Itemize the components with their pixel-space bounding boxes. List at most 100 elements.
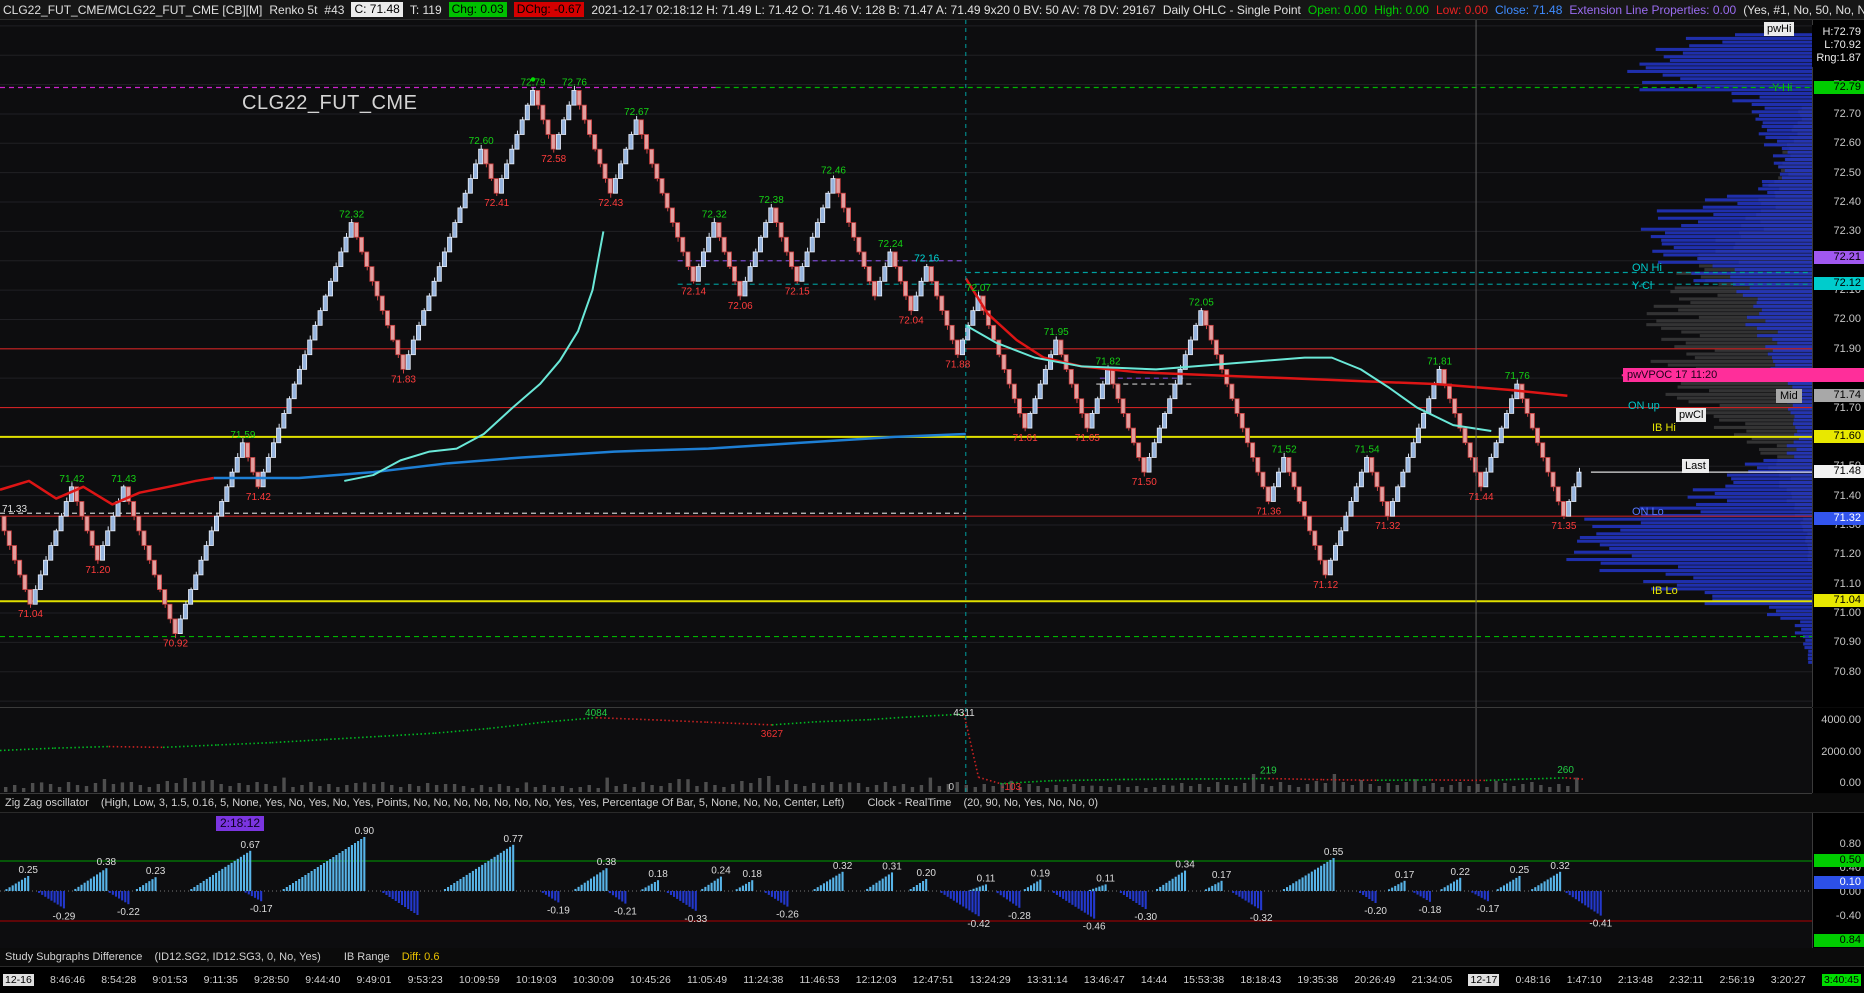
time-tick: 11:24:38 [743,974,784,986]
time-tick: 10:30:09 [572,974,614,986]
session-high-value: H:72.79 [1822,26,1861,38]
delta-tick: 2000.00 [1821,745,1861,758]
svg-text:72.46: 72.46 [821,166,846,177]
time-tick: 21:34:05 [1411,974,1453,986]
svg-text:0.24: 0.24 [711,866,731,877]
time-tick: 9:28:50 [254,974,290,986]
bar-number-label: #43 [324,2,345,17]
ib-range-label: IB Range [343,951,390,963]
study-description-row: Zig Zag oscillator (High, Low, 3, 1.5, 0… [0,794,1864,813]
ohlcv-readout: 2021-12-17 02:18:12 H: 71.49 L: 71.42 O:… [591,2,1156,17]
svg-text:0.34: 0.34 [1175,860,1195,871]
svg-text:4311: 4311 [953,708,975,719]
time-tick: 11:46:53 [799,974,840,986]
difference-study-name: Study Subgraphs Difference [5,951,143,963]
svg-text:0.32: 0.32 [1550,861,1570,872]
title-bar: CLG22_FUT_CME/MCLG22_FUT_CME [CB][M] Ren… [0,0,1864,20]
svg-text:72.15: 72.15 [785,286,810,297]
delta-axis[interactable]: 4000.00 2000.00 0.00 [1812,708,1864,793]
price-tick: 70.80 [1833,665,1861,678]
svg-text:72.06: 72.06 [728,301,753,312]
svg-text:-0.19: -0.19 [547,905,570,916]
price-tick: 72.00 [1833,313,1861,326]
time-axis[interactable]: 12-16 8:46:46 8:54:28 9:01:53 9:11:35 9:28:50… [0,966,1864,993]
svg-text:72.16: 72.16 [914,254,939,265]
time-tick: 10:09:59 [458,974,500,986]
svg-text:-0.26: -0.26 [776,910,799,921]
svg-text:72.14: 72.14 [681,286,706,297]
svg-text:71.42: 71.42 [59,474,84,485]
price-tick: 70.90 [1833,636,1861,649]
time-tick: 11:05:49 [686,974,728,986]
price-axis-highlight: 71.48 [1814,465,1864,479]
svg-text:-0.33: -0.33 [684,914,707,925]
delta-tick: 0.00 [1839,776,1861,789]
price-chart-panel[interactable]: 71.33 71.04 71.42 71.20 71.43 70.92 71.59 71.42… [0,20,1812,708]
svg-text:4084: 4084 [585,708,608,719]
svg-text:260: 260 [1557,765,1574,776]
svg-text:-0.41: -0.41 [1589,919,1612,930]
time-tick: 9:53:23 [407,974,443,986]
svg-text:71.42: 71.42 [246,492,271,503]
oscillator-axis-highlight: 0.50 [1814,854,1864,867]
date-tick: 12-17 [1468,974,1500,986]
daily-ohlc-study-label: Daily OHLC - Single Point [1162,2,1301,17]
price-axis-highlight: 71.04 [1814,594,1864,608]
delta-canvas[interactable]: 4084 3627 4311 0 -103 219 260 [0,708,1812,793]
svg-text:0.18: 0.18 [648,869,668,880]
svg-text:71.52: 71.52 [1272,444,1297,455]
swing-labels: 71.33 71.04 71.42 71.20 71.43 70.92 71.59 71.42… [2,77,1577,649]
svg-text:71.95: 71.95 [1044,327,1069,338]
fast-ma-left [344,231,605,482]
cumulative-delta-panel[interactable]: 4084 3627 4311 0 -103 219 260 [0,708,1812,794]
svg-text:72.04: 72.04 [899,316,924,327]
vwap-line [213,432,966,480]
price-tick: 72.60 [1833,137,1861,150]
time-tick: 19:35:38 [1297,974,1339,986]
zigzag-oscillator-panel[interactable]: 0.25 -0.29 0.38 -0.22 0.23 0.67 -0.17 0.90 0.77 -… [0,813,1812,949]
clock-readout: 2:18:12 [216,816,265,831]
svg-text:71.43: 71.43 [111,474,136,485]
status-row: Study Subgraphs Difference (ID12.SG2, ID… [0,948,1864,966]
svg-text:3627: 3627 [761,729,784,740]
renko-chart-canvas[interactable]: 71.33 71.04 71.42 71.20 71.43 70.92 71.59 71.42… [0,20,1812,707]
oscillator-canvas[interactable]: 0.25 -0.29 0.38 -0.22 0.23 0.67 -0.17 0.90 0.77 -… [0,813,1812,948]
time-tick: 14:44 [1140,974,1168,986]
close-value: Close: 71.48 [1495,2,1563,17]
price-axis-highlight: 72.21 [1814,250,1864,264]
time-tick: 0:48:16 [1515,974,1551,986]
oscillator-axis[interactable]: 0.800.400.00-0.40-0.800.500.100.84 [1812,813,1864,948]
price-axis[interactable]: H:72.79 L:70.92 Rng:1.87 70.80 70.90 71.00… [1812,20,1864,707]
session-range-value: Rng:1.87 [1816,52,1861,64]
price-tick: 72.70 [1833,107,1861,120]
high-value: High: 0.00 [1374,2,1429,17]
extension-line-label: Extension Line Properties: 0.00 [1569,2,1737,17]
time-tick: 3:20:27 [1770,974,1806,986]
time-tick: 9:11:35 [203,974,238,986]
svg-text:-0.17: -0.17 [250,904,273,915]
oscillator-tick: -0.40 [1835,910,1861,922]
svg-text:71.54: 71.54 [1355,444,1380,455]
delta-session-lines [965,708,1477,793]
svg-text:71.88: 71.88 [945,360,970,371]
price-tick: 71.70 [1833,401,1861,414]
price-axis-highlight: 72.79 [1814,80,1864,94]
svg-text:71.32: 71.32 [1375,521,1400,532]
extension-line-params: (Yes, #1, No, 50, No, No, Yes, Yes, No) [1743,2,1864,17]
svg-text:0.77: 0.77 [504,834,524,845]
svg-text:-0.46: -0.46 [1083,922,1106,933]
zigzag-study-name: Zig Zag oscillator [5,797,89,809]
price-axis-highlight: 71.32 [1814,512,1864,526]
price-tick: 71.00 [1833,607,1861,620]
bar-period-label: Renko 5t [269,2,318,17]
svg-text:72.38: 72.38 [759,195,784,206]
last-price-chip: C: 71.48 [351,2,403,17]
svg-text:71.04: 71.04 [18,609,43,620]
svg-text:71.12: 71.12 [1313,580,1338,591]
time-tick: 2:13:48 [1617,974,1653,986]
time-tick: 12:12:03 [855,974,897,986]
delta-tick: 4000.00 [1821,714,1861,727]
price-axis-highlight: 72.12 [1814,277,1864,291]
time-tick: 10:19:03 [515,974,557,986]
time-tick: 13:24:29 [969,974,1011,986]
